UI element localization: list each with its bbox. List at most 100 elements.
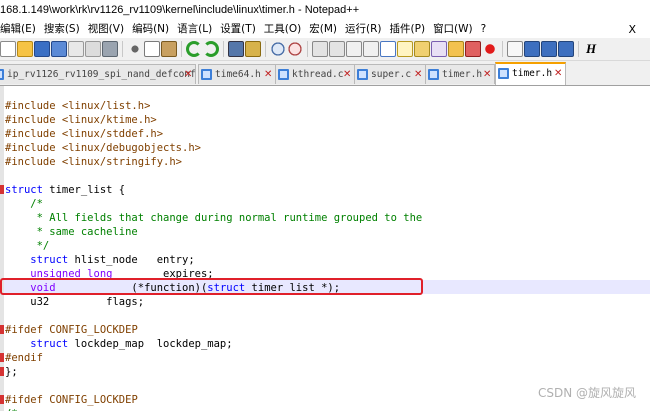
save-icon[interactable] xyxy=(34,41,50,57)
wrap-icon[interactable] xyxy=(346,41,362,57)
code-line: * same cacheline xyxy=(5,226,138,238)
file-icon xyxy=(201,69,212,80)
zoom-in-icon[interactable] xyxy=(270,41,286,57)
print-icon[interactable] xyxy=(102,41,118,57)
file-icon xyxy=(278,69,289,80)
red-highlight-box xyxy=(0,278,423,295)
code-line: /* xyxy=(5,198,43,210)
toolbar-separator xyxy=(502,41,503,57)
close-tab-icon[interactable]: ✕ xyxy=(264,70,273,80)
cut-icon[interactable] xyxy=(127,41,143,57)
tab-timer-h-active[interactable]: timer.h ✕ xyxy=(495,62,566,85)
close-tab-icon[interactable]: ✕ xyxy=(343,70,352,80)
new-file-icon[interactable] xyxy=(0,41,16,57)
run-macro-icon[interactable] xyxy=(541,41,557,57)
tab-bar: ip_rv1126_rv1109_spi_nand_defconfig ✕ ti… xyxy=(0,61,650,86)
zoom-out-icon[interactable] xyxy=(287,41,303,57)
undo-icon[interactable] xyxy=(186,41,202,57)
toolbar-separator xyxy=(122,41,123,57)
code-line: u32 flags; xyxy=(5,296,145,308)
close-tab-icon[interactable]: ✕ xyxy=(554,69,563,79)
close-tab-icon[interactable]: ✕ xyxy=(483,70,492,80)
code-line: #ifdef CONFIG_LOCKDEP xyxy=(5,393,138,407)
tab-kthread[interactable]: kthread.c ✕ xyxy=(275,64,355,84)
udl-icon[interactable] xyxy=(397,41,413,57)
file-icon xyxy=(357,69,368,80)
keyword: struct xyxy=(5,338,69,350)
tab-timer-h[interactable]: timer.h ✕ xyxy=(425,64,495,84)
toolbar: H xyxy=(0,38,650,61)
menu-edit[interactable]: 编辑(E) xyxy=(0,21,40,38)
title-bar: 168.1.149\work\rk\rv1126_rv1109\kernel\i… xyxy=(0,0,650,20)
code-line: #include <linux/ktime.h> xyxy=(5,114,157,126)
close-document-button[interactable]: X xyxy=(628,21,636,38)
record-macro-icon[interactable] xyxy=(482,41,498,57)
paste-icon[interactable] xyxy=(161,41,177,57)
save-all-icon[interactable] xyxy=(51,41,67,57)
tab-defconfig[interactable]: ip_rv1126_rv1109_spi_nand_defconfig ✕ xyxy=(0,64,196,84)
menu-tools[interactable]: 工具(O) xyxy=(260,21,305,38)
tab-label: kthread.c xyxy=(292,69,344,80)
tab-label: ip_rv1126_rv1109_spi_nand_defconfig xyxy=(7,69,196,80)
menu-language[interactable]: 语言(L) xyxy=(173,21,216,38)
close-tab-icon[interactable]: ✕ xyxy=(414,70,423,80)
fold-marker[interactable] xyxy=(0,325,4,334)
tab-label: timer.h xyxy=(442,69,483,80)
code-editor[interactable]: #include <linux/list.h> #include <linux/… xyxy=(0,86,650,411)
fold-marker[interactable] xyxy=(0,395,4,404)
code-line: struct timer_list { xyxy=(5,183,125,197)
close-tab-icon[interactable]: ✕ xyxy=(184,70,193,80)
code-text: timer_list { xyxy=(42,184,126,196)
code-line: struct hlist_node entry; xyxy=(5,253,195,267)
tab-time64[interactable]: time64.h ✕ xyxy=(198,64,276,84)
code-line: #include <linux/stddef.h> xyxy=(5,128,164,140)
find-icon[interactable] xyxy=(228,41,244,57)
show-all-icon[interactable] xyxy=(363,41,379,57)
menu-plugins[interactable]: 插件(P) xyxy=(386,21,430,38)
toolbar-separator xyxy=(265,41,266,57)
close-icon[interactable] xyxy=(68,41,84,57)
menu-search[interactable]: 搜索(S) xyxy=(40,21,84,38)
tab-label: super.c xyxy=(371,69,412,80)
code-text: hlist_node entry; xyxy=(68,254,195,266)
code-line: #include <linux/stringify.h> xyxy=(5,156,183,168)
stop-macro-icon[interactable] xyxy=(507,41,523,57)
menu-settings[interactable]: 设置(T) xyxy=(216,21,260,38)
italic-icon[interactable]: H xyxy=(583,41,599,57)
tab-super[interactable]: super.c ✕ xyxy=(354,64,426,84)
save-macro-icon[interactable] xyxy=(558,41,574,57)
fold-marker[interactable] xyxy=(0,367,4,376)
code-line: }; xyxy=(5,366,18,378)
menu-run[interactable]: 运行(R) xyxy=(341,21,386,38)
sync-v-icon[interactable] xyxy=(312,41,328,57)
monitor-icon[interactable] xyxy=(465,41,481,57)
copy-icon[interactable] xyxy=(144,41,160,57)
indent-guide-icon[interactable] xyxy=(380,41,396,57)
menu-help[interactable]: ? xyxy=(477,21,491,38)
keyword: struct xyxy=(5,184,43,196)
code-text: CONFIG_LOCKDEP xyxy=(42,324,138,336)
fold-marker[interactable] xyxy=(0,353,4,362)
window-title: 168.1.149\work\rk\rv1126_rv1109\kernel\i… xyxy=(0,4,360,16)
menu-encoding[interactable]: 编码(N) xyxy=(128,21,173,38)
doc-map-icon[interactable] xyxy=(414,41,430,57)
menu-macro[interactable]: 宏(M) xyxy=(305,21,341,38)
sync-h-icon[interactable] xyxy=(329,41,345,57)
folder-workspace-icon[interactable] xyxy=(448,41,464,57)
play-macro-icon[interactable] xyxy=(524,41,540,57)
code-text: CONFIG_LOCKDEP xyxy=(42,394,138,406)
redo-icon[interactable] xyxy=(203,41,219,57)
code-line: */ xyxy=(5,240,50,252)
watermark: CSDN @旋风旋风 xyxy=(537,386,636,400)
tab-label: timer.h xyxy=(512,68,553,79)
code-line: #endif xyxy=(5,352,43,364)
menu-window[interactable]: 窗口(W) xyxy=(429,21,477,38)
replace-icon[interactable] xyxy=(245,41,261,57)
close-all-icon[interactable] xyxy=(85,41,101,57)
fold-marker[interactable] xyxy=(0,185,4,194)
func-list-icon[interactable] xyxy=(431,41,447,57)
file-icon xyxy=(498,68,509,79)
toolbar-separator xyxy=(307,41,308,57)
open-file-icon[interactable] xyxy=(17,41,33,57)
menu-view[interactable]: 视图(V) xyxy=(84,21,128,38)
